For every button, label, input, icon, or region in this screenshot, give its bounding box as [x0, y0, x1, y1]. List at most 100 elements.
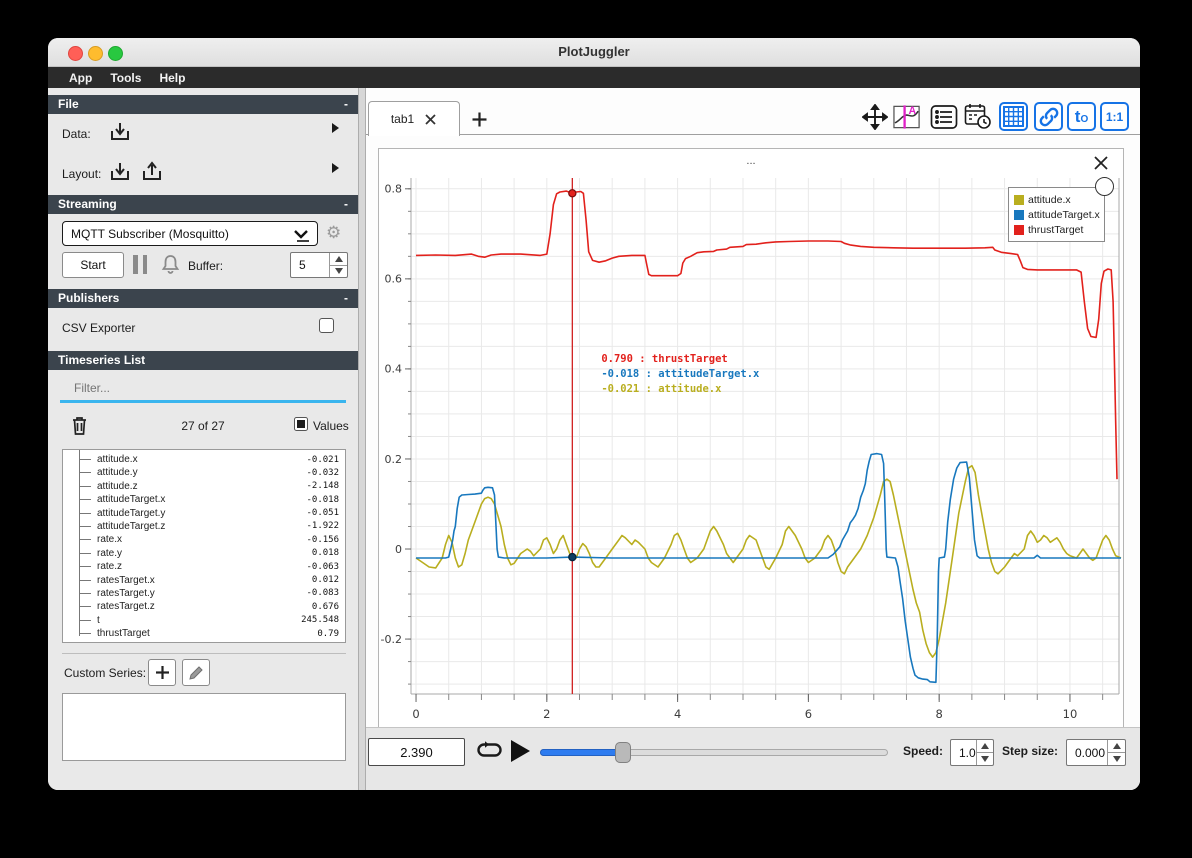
timeseries-row[interactable]: thrustTarget 0.79 [63, 627, 345, 640]
legend-entry[interactable]: thrustTarget [1014, 222, 1099, 237]
start-button[interactable]: Start [62, 252, 124, 278]
timeseries-row[interactable]: attitudeTarget.x -0.018 [63, 493, 345, 506]
timeseries-section-header[interactable]: Timeseries List [48, 351, 358, 370]
spin-up-icon[interactable] [1108, 740, 1125, 753]
csv-exporter-checkbox[interactable] [319, 318, 334, 333]
spin-down-icon[interactable] [977, 753, 993, 765]
timeseries-row[interactable]: rate.z -0.063 [63, 560, 345, 573]
playback-slider-handle[interactable] [615, 742, 631, 763]
legend-entry[interactable]: attitude.x [1014, 192, 1099, 207]
add-custom-series-button[interactable] [148, 659, 176, 686]
plot-legend[interactable]: attitude.x attitudeTarget.x thrustTarget [1008, 187, 1105, 242]
spin-down-icon[interactable] [330, 266, 347, 278]
svg-text:-0.021 : attitude.x: -0.021 : attitude.x [601, 383, 722, 395]
timeseries-row[interactable]: rate.x -0.156 [63, 533, 345, 546]
series-value: 0.018 [311, 548, 339, 559]
timeseries-row[interactable]: attitudeTarget.z -1.922 [63, 520, 345, 533]
collapse-icon[interactable]: - [344, 195, 348, 214]
pause-icon[interactable] [133, 255, 147, 274]
buffer-label: Buffer: [188, 259, 224, 273]
chevron-down-icon [294, 230, 309, 242]
series-name: attitude.y [97, 467, 138, 479]
curve-tracker-icon[interactable]: A [893, 102, 922, 131]
streaming-gear-icon[interactable]: ⚙ [326, 223, 341, 243]
save-layout-icon[interactable] [140, 160, 164, 184]
series-name: rate.z [97, 561, 123, 573]
grid-view-icon[interactable] [999, 102, 1028, 131]
timeseries-row[interactable]: attitude.x -0.021 [63, 453, 345, 466]
step-size-spinner[interactable]: 0.000 [1066, 739, 1126, 766]
buffer-spinner[interactable]: 5 [290, 252, 348, 278]
legend-entry[interactable]: attitudeTarget.x [1014, 207, 1100, 222]
data-menu-arrow-icon[interactable] [332, 123, 339, 133]
notifications-bell-icon[interactable] [160, 253, 181, 275]
ratio-1-1-icon[interactable]: 1:1 [1100, 102, 1129, 131]
add-tab-button[interactable] [466, 106, 492, 132]
series-name: ratesTarget.y [97, 587, 155, 599]
streaming-section-header[interactable]: Streaming - [48, 195, 358, 214]
file-section-header[interactable]: File - [48, 95, 358, 114]
loop-icon[interactable] [476, 740, 503, 764]
legend-color-chip [1014, 224, 1024, 235]
collapse-icon[interactable]: - [344, 95, 348, 114]
current-time-field[interactable]: 2.390 [368, 738, 465, 766]
legend-list-icon[interactable] [929, 102, 958, 131]
layout-menu-arrow-icon[interactable] [332, 163, 339, 173]
timeseries-row[interactable]: attitude.z -2.148 [63, 480, 345, 493]
load-data-icon[interactable] [108, 120, 132, 144]
svg-text:6: 6 [805, 707, 812, 721]
menu-help[interactable]: Help [150, 71, 194, 85]
plot-close-icon[interactable] [1091, 153, 1111, 173]
title-bar: PlotJuggler [48, 38, 1140, 67]
timeseries-row[interactable]: t 245.548 [63, 614, 345, 627]
panel-splitter[interactable] [358, 88, 366, 790]
svg-text:-0.018 : attitudeTarget.x: -0.018 : attitudeTarget.x [601, 368, 760, 380]
svg-text:0.4: 0.4 [385, 363, 403, 376]
datetime-icon[interactable] [963, 102, 992, 131]
publishers-section-header[interactable]: Publishers - [48, 289, 358, 308]
speed-label: Speed: [903, 744, 944, 758]
spin-down-icon[interactable] [1108, 753, 1125, 765]
plot-canvas[interactable]: 0.8 0.6 0.4 0.2 0 -0.2 0 2 4 6 8 10 0.790 : thrustT… [379, 178, 1125, 729]
load-layout-icon[interactable] [108, 160, 132, 184]
timeseries-row[interactable]: ratesTarget.z 0.676 [63, 600, 345, 613]
values-checkbox[interactable] [294, 417, 308, 431]
timeseries-row[interactable]: ratesTarget.x 0.012 [63, 574, 345, 587]
series-name: attitudeTarget.y [97, 507, 166, 519]
legend-handle-icon[interactable] [1095, 177, 1114, 196]
pan-zoom-icon[interactable] [860, 102, 889, 131]
timeseries-row[interactable]: attitude.y -0.032 [63, 466, 345, 479]
filter-input[interactable] [60, 375, 362, 401]
spin-up-icon[interactable] [976, 740, 993, 753]
menu-app[interactable]: App [60, 71, 101, 85]
timeseries-row[interactable]: ratesTarget.y -0.083 [63, 587, 345, 600]
tab-tab1[interactable]: tab1 [368, 101, 460, 136]
series-value: -2.148 [306, 481, 339, 492]
series-value: -1.922 [306, 521, 339, 532]
menu-tools[interactable]: Tools [101, 71, 150, 85]
timeseries-row[interactable]: rate.y 0.018 [63, 547, 345, 560]
timeseries-list[interactable]: attitude.x -0.021 attitude.y -0.032 attitude… [62, 449, 346, 643]
edit-custom-series-button[interactable] [182, 659, 210, 686]
svg-text:0.2: 0.2 [385, 453, 403, 466]
spin-up-icon[interactable] [330, 253, 347, 266]
streaming-source-select[interactable]: MQTT Subscriber (Mosquitto) [62, 221, 318, 246]
play-icon[interactable] [509, 739, 531, 763]
tab-close-icon[interactable] [424, 113, 437, 126]
layout-label: Layout: [62, 167, 102, 181]
link-plots-icon[interactable] [1034, 102, 1063, 131]
menu-bar: App Tools Help [48, 67, 1140, 88]
svg-text:10: 10 [1063, 707, 1078, 721]
custom-series-list[interactable] [62, 693, 346, 761]
series-name: attitudeTarget.x [97, 494, 166, 506]
timeseries-row[interactable]: attitudeTarget.y -0.051 [63, 507, 345, 520]
series-name: attitude.z [97, 480, 138, 492]
main-panel: tab1 A t O 1:1 ... 0.8 0.6 0.4 0.2 0 -0.… [366, 88, 1140, 790]
plot-title: ... [746, 155, 756, 167]
time-offset-icon[interactable]: tO [1067, 102, 1096, 131]
svg-text:-0.2: -0.2 [381, 633, 402, 646]
collapse-icon[interactable]: - [344, 289, 348, 308]
speed-spinner[interactable]: 1.0 [950, 739, 994, 766]
svg-text:0: 0 [412, 707, 419, 721]
series-count: 27 of 27 [181, 419, 225, 433]
